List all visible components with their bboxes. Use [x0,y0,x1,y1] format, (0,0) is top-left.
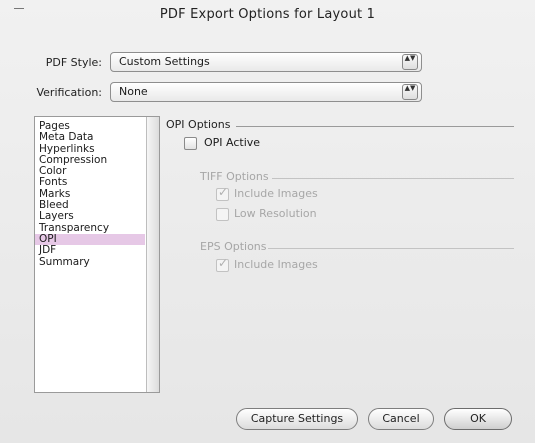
sidebar-item-layers[interactable]: Layers [35,211,145,222]
capture-settings-button[interactable]: Capture Settings [236,408,358,430]
ok-button[interactable]: OK [444,408,512,430]
pdf-style-popup[interactable]: Custom Settings ▲▼ [110,52,422,72]
popup-arrows-icon: ▲▼ [402,84,418,100]
cancel-button[interactable]: Cancel [368,408,434,430]
tiff-low-resolution-label[interactable]: Low Resolution [234,207,317,220]
pdf-style-label: PDF Style: [45,56,102,69]
checkmark-icon: ✓ [218,185,229,199]
verification-label: Verification: [36,86,102,99]
tiff-include-images-checkbox[interactable]: ✓ [216,185,229,201]
sidebar-item-meta-data[interactable]: Meta Data [35,132,145,143]
tiff-options-divider [272,178,514,179]
sidebar-item-summary[interactable]: Summary [35,256,145,268]
opi-options-title: OPI Options [166,118,231,131]
tiff-options-title: TIFF Options [200,170,269,183]
window-title: PDF Export Options for Layout 1 [159,7,376,22]
checkmark-icon: ✓ [218,256,229,270]
verification-popup[interactable]: None ▲▼ [110,82,422,102]
tiff-include-images-label[interactable]: Include Images [234,187,318,200]
opi-options-divider [236,126,514,127]
sidebar-item-jdf[interactable]: JDF [35,245,145,256]
opi-active-label[interactable]: OPI Active [204,136,260,149]
eps-options-divider [268,248,514,249]
export-dialog: PDF Export Options for Layout 1 PDF Styl… [0,0,535,443]
opi-active-checkbox[interactable] [184,137,197,150]
pdf-style-value: Custom Settings [119,55,210,68]
popup-arrows-icon: ▲▼ [402,54,418,70]
eps-include-images-checkbox[interactable]: ✓ [216,256,229,272]
category-list[interactable]: Pages Meta Data Hyperlinks Compression C… [34,116,160,393]
list-scrollbar[interactable] [146,117,159,392]
tiff-low-resolution-checkbox[interactable] [216,208,229,221]
eps-options-title: EPS Options [200,240,267,253]
eps-include-images-label[interactable]: Include Images [234,258,318,271]
verification-value: None [119,85,148,98]
category-items: Pages Meta Data Hyperlinks Compression C… [35,120,145,268]
